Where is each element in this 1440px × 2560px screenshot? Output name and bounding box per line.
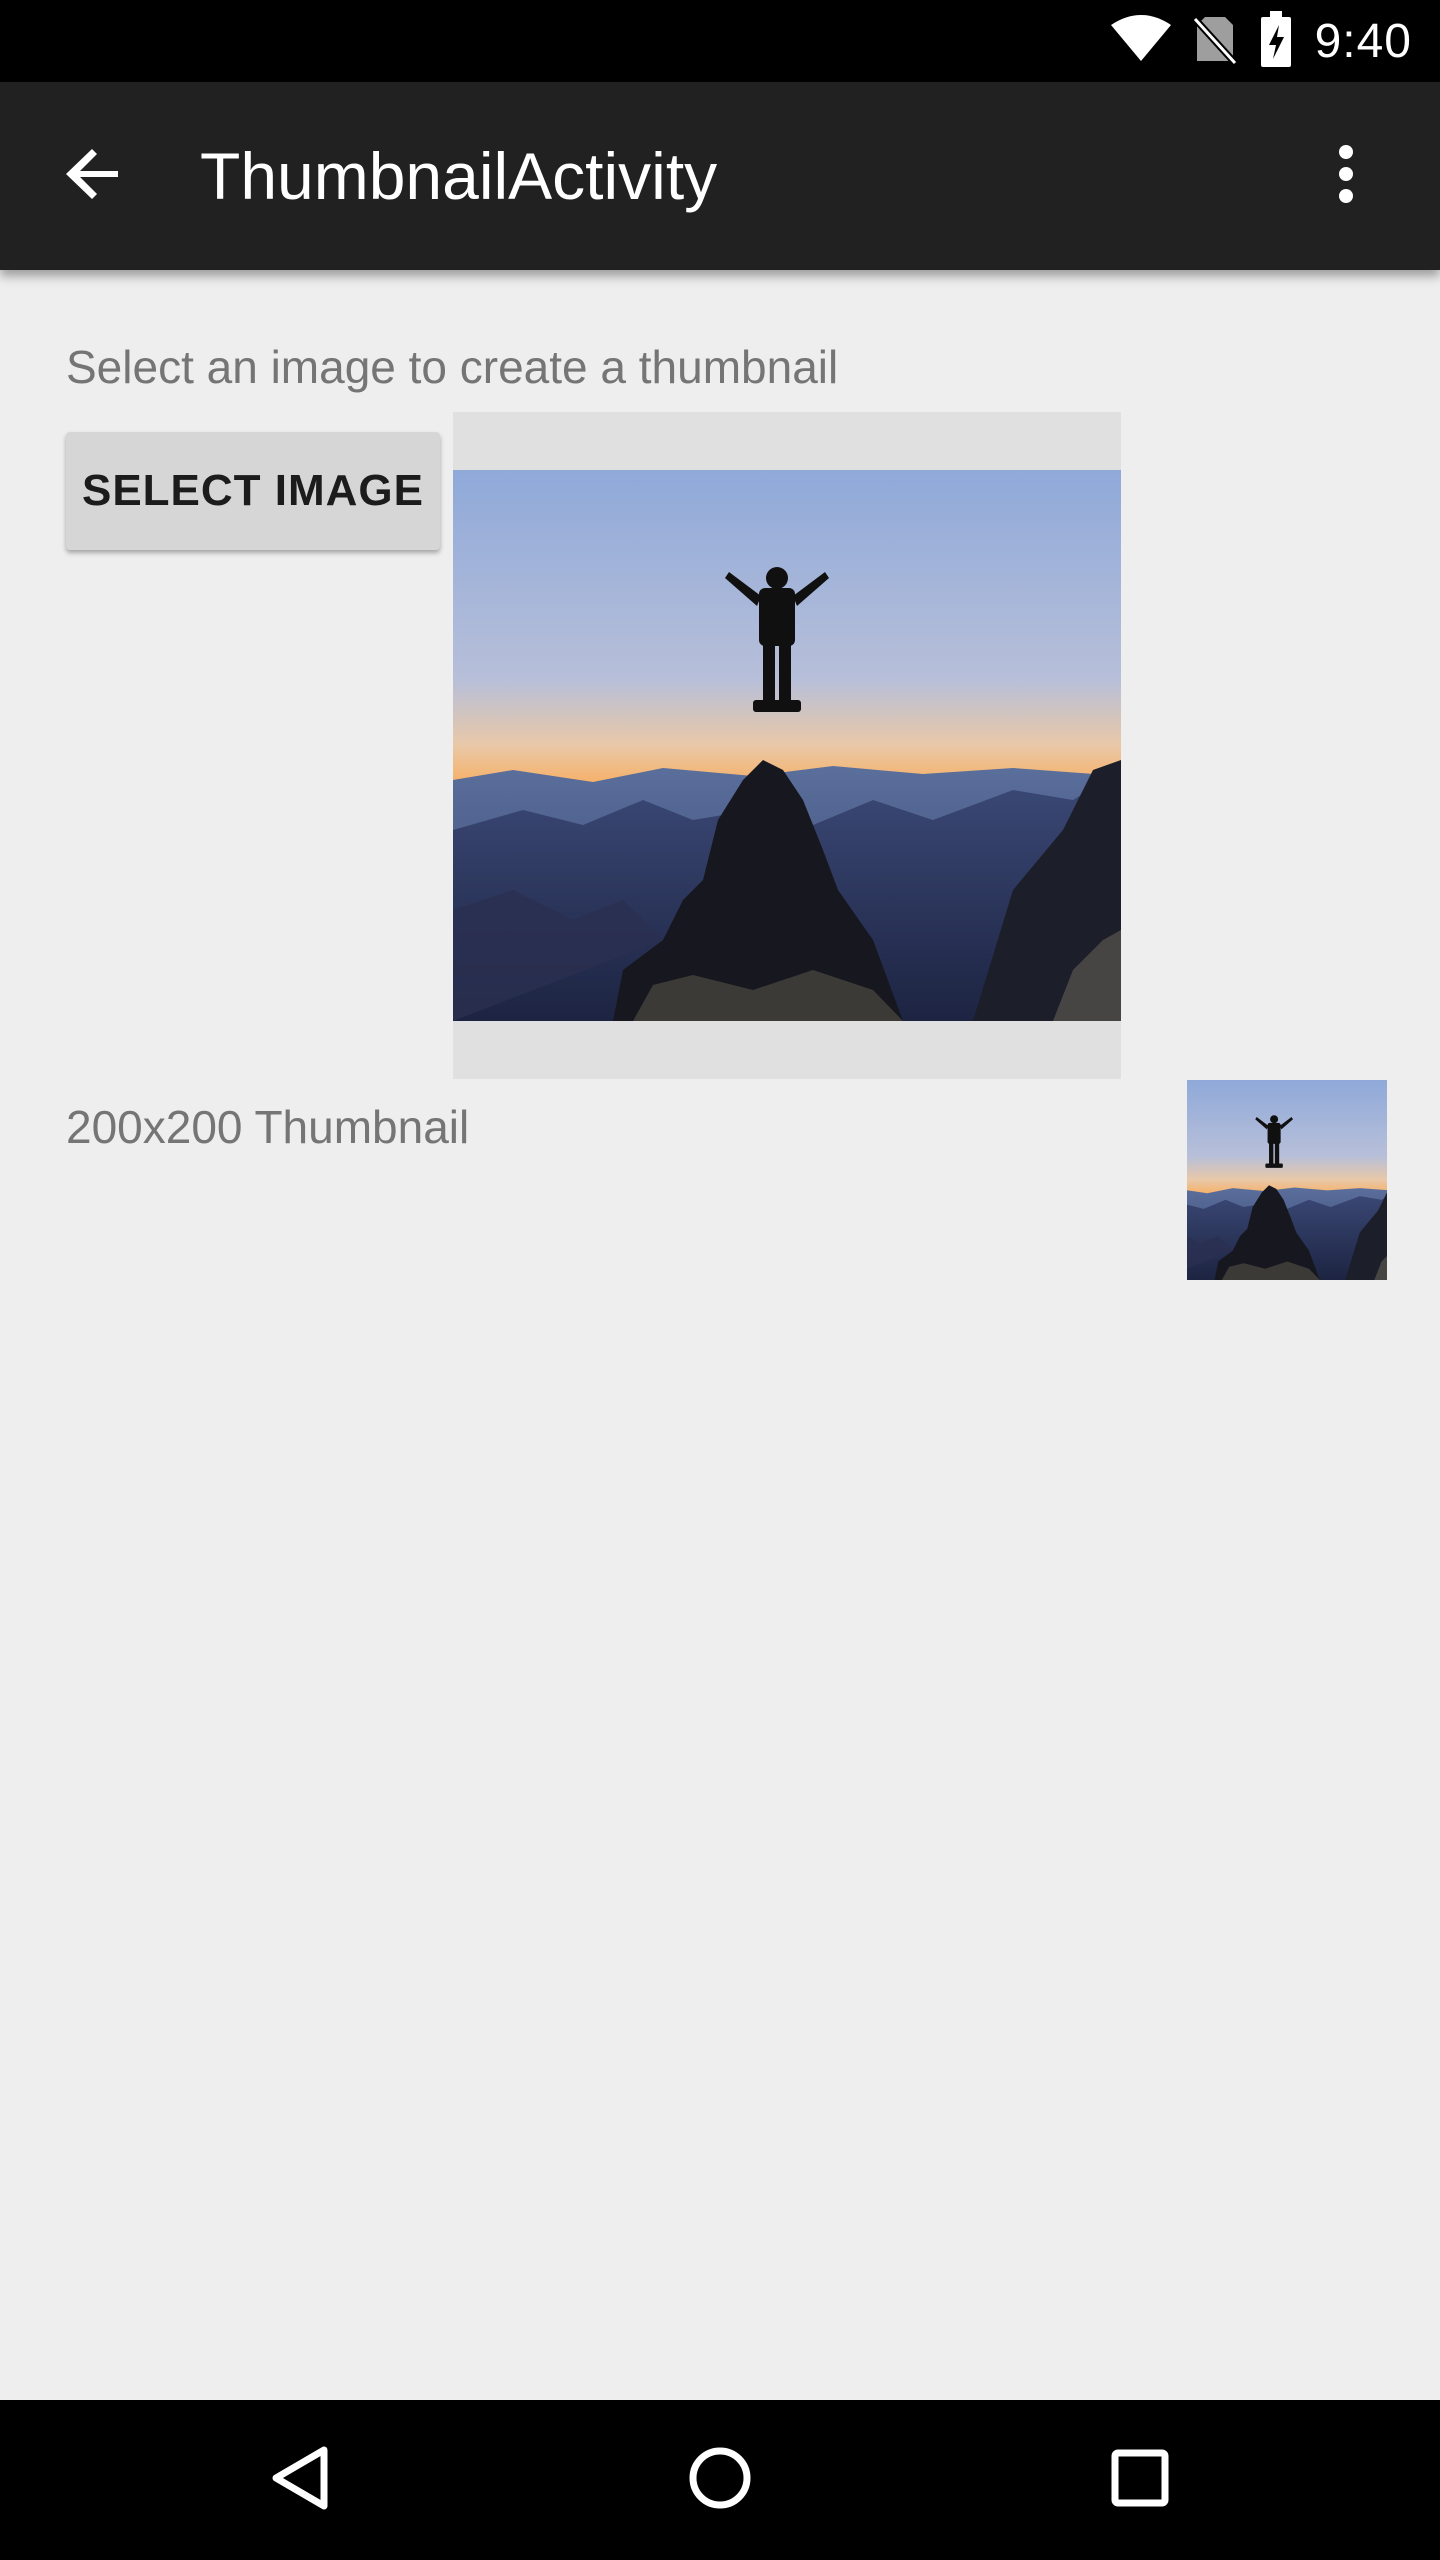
wifi-icon [1110, 14, 1171, 68]
page-title: ThumbnailActivity [200, 139, 718, 213]
back-button[interactable] [46, 128, 142, 224]
select-image-button[interactable]: SELECT IMAGE [66, 432, 440, 550]
status-clock: 9:40 [1314, 14, 1412, 68]
nav-home-button[interactable] [660, 2420, 780, 2540]
nav-recents-button[interactable] [1080, 2420, 1200, 2540]
thumbnail-label: 200x200 Thumbnail [66, 1101, 470, 1153]
battery-charging-icon [1259, 10, 1293, 72]
image-preview [453, 412, 1121, 1079]
instruction-text: Select an image to create a thumbnail [66, 341, 839, 393]
recents-square-icon [1110, 2448, 1170, 2513]
preview-image [453, 470, 1121, 1021]
thumbnail-image [1187, 1080, 1387, 1280]
nav-back-button[interactable] [240, 2420, 360, 2540]
status-icons: 9:40 [1110, 0, 1412, 82]
more-vert-icon [1336, 144, 1356, 209]
app-bar: ThumbnailActivity [0, 82, 1440, 270]
navigation-bar [0, 2400, 1440, 2560]
status-bar: 9:40 [0, 0, 1440, 82]
home-circle-icon [688, 2446, 752, 2515]
no-sim-icon [1191, 13, 1238, 70]
back-triangle-icon [268, 2444, 332, 2517]
arrow-back-icon [64, 144, 124, 209]
overflow-menu-button[interactable] [1298, 128, 1394, 224]
